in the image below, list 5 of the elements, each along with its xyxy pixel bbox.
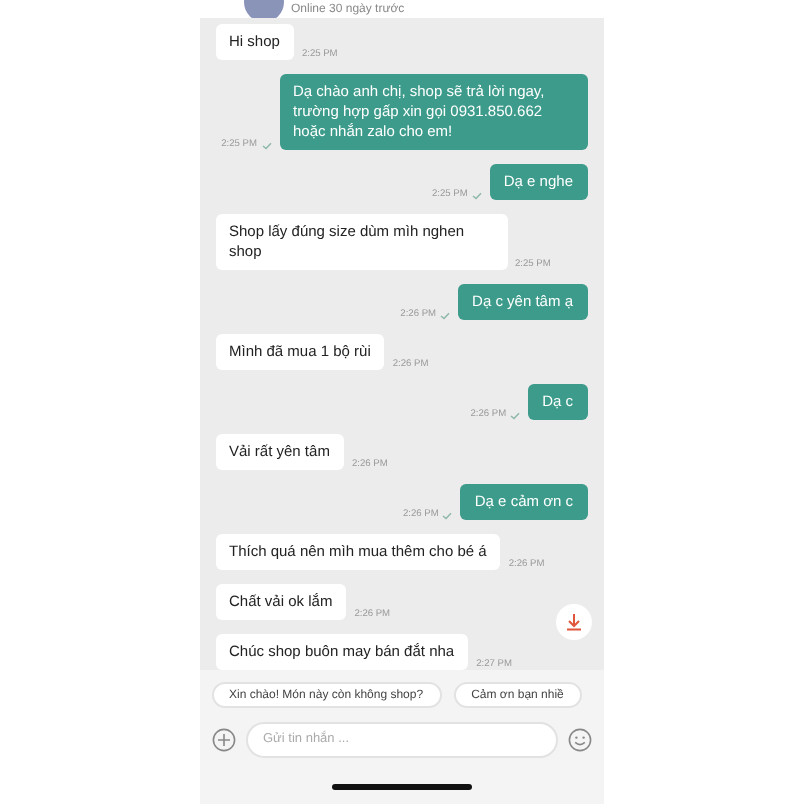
home-indicator — [331, 784, 471, 791]
scroll-down-button[interactable] — [555, 604, 591, 640]
download-icon — [563, 612, 583, 632]
add-icon[interactable] — [211, 728, 235, 753]
emoji-icon[interactable] — [567, 728, 591, 753]
